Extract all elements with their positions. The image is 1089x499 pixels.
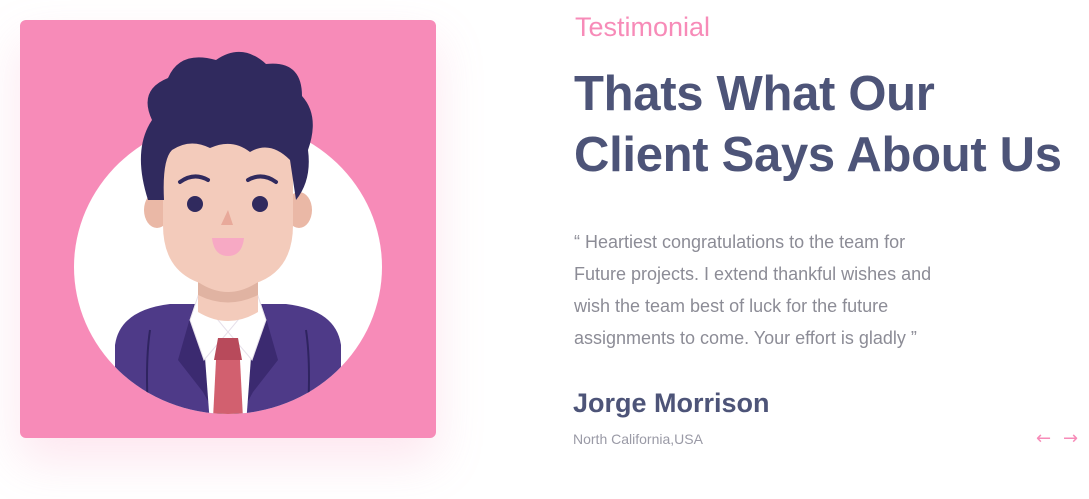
client-location: North California,USA [573,431,703,447]
testimonial-quote: “ Heartiest congratulations to the team … [574,226,994,354]
quote-line: wish the team best of luck for the futur… [574,296,889,316]
section-eyebrow: Testimonial [575,12,711,42]
client-name: Jorge Morrison [573,388,770,418]
section-heading: Thats What Our Client Says About Us [574,64,1062,186]
heading-line-2: Client Says About Us [574,128,1062,182]
tie [212,360,244,414]
right-eye [252,196,268,212]
arrow-left-icon[interactable]: ← [1036,425,1051,453]
quote-line: Future projects. I extend thankful wishe… [574,264,932,284]
left-eye [187,196,203,212]
quote-line: “ Heartiest congratulations to the team … [574,232,906,252]
heading-line-1: Thats What Our [574,67,935,121]
quote-line: assignments to come. Your effort is glad… [574,328,917,348]
tie-knot [214,338,242,360]
arrow-right-icon[interactable]: → [1063,425,1078,453]
client-photo-card [20,20,436,438]
client-avatar-illustration [74,51,382,414]
